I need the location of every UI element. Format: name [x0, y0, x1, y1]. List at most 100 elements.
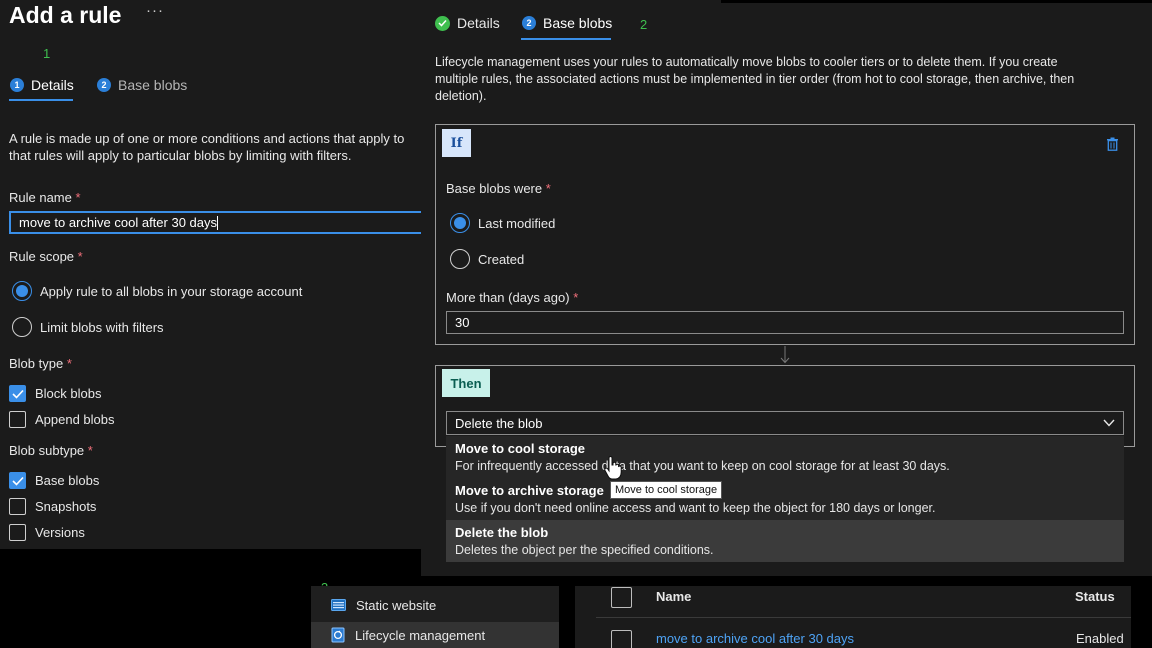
required-marker: * — [77, 249, 83, 264]
text-cursor — [217, 215, 218, 230]
intro-line-3: deletion). — [435, 89, 487, 103]
option-label: Created — [478, 251, 525, 267]
option-delete-blob[interactable]: Delete the blob Deletes the object per t… — [446, 520, 1124, 562]
tab-label: Details — [31, 77, 74, 93]
option-description: For infrequently accessed data that you … — [455, 459, 950, 473]
row-checkbox[interactable] — [611, 630, 632, 648]
tab-base-blobs-active[interactable]: 2 Base blobs — [522, 15, 612, 31]
select-all-checkbox[interactable] — [611, 587, 632, 608]
tab-details[interactable]: 1 Details — [10, 77, 74, 93]
if-tag: If — [442, 129, 471, 157]
required-marker: * — [573, 290, 579, 305]
checkbox-unchecked[interactable] — [9, 524, 26, 541]
blob-subtype-snapshots[interactable]: Snapshots — [9, 498, 96, 515]
tooltip: Move to cool storage — [610, 481, 723, 499]
radio-selected[interactable] — [450, 213, 470, 233]
nav-item-lifecycle-management[interactable]: Lifecycle management — [311, 622, 559, 648]
base-blobs-were-label: Base blobs were * — [446, 181, 551, 196]
label-text: Blob subtype — [9, 443, 85, 458]
action-dropdown-list: Move to cool storage For infrequently ac… — [446, 436, 1124, 562]
tab-base-blobs[interactable]: 2 Base blobs — [97, 77, 187, 93]
tab-label: Details — [457, 15, 500, 31]
radio-selected[interactable] — [12, 281, 32, 301]
nav-label: Lifecycle management — [355, 627, 486, 643]
radio-unselected[interactable] — [450, 249, 470, 269]
checkbox-unchecked[interactable] — [9, 411, 26, 428]
completed-check-icon — [435, 15, 450, 31]
column-header-status[interactable]: Status — [1075, 589, 1115, 604]
hand-cursor-icon — [604, 456, 622, 480]
action-select[interactable]: Delete the blob — [446, 411, 1124, 435]
option-description: Use if you don't need online access and … — [455, 501, 936, 515]
checkbox-checked[interactable] — [9, 385, 26, 402]
blob-subtype-versions[interactable]: Versions — [9, 524, 85, 541]
option-label: Limit blobs with filters — [40, 319, 164, 335]
trash-icon[interactable] — [1106, 137, 1119, 151]
more-options-button[interactable]: ··· — [146, 2, 164, 19]
checkmark-icon — [11, 389, 24, 399]
step-label-2: 2 — [640, 17, 648, 32]
label-text: Rule scope — [9, 249, 75, 264]
tab-label: Base blobs — [118, 77, 188, 93]
label-text: Blob type — [9, 356, 64, 371]
option-move-to-cool[interactable]: Move to cool storage For infrequently ac… — [446, 436, 1124, 478]
intro-line-2: multiple rules, the associated actions m… — [435, 72, 1075, 86]
scope-option-all-blobs[interactable]: Apply rule to all blobs in your storage … — [12, 281, 302, 301]
background-gap — [721, 0, 1152, 3]
page-title: Add a rule — [9, 2, 122, 28]
rule-status: Enabled — [1076, 631, 1124, 646]
rule-name-link[interactable]: move to archive cool after 30 days — [656, 631, 854, 646]
intro-line-1: Lifecycle management uses your rules to … — [435, 55, 1058, 69]
required-marker: * — [545, 181, 551, 196]
option-move-to-archive[interactable]: Move to archive storage Use if you don't… — [446, 478, 1124, 520]
rule-scope-label: Rule scope * — [9, 249, 83, 264]
table-divider — [596, 617, 1131, 618]
label-text: Rule name — [9, 190, 72, 205]
selected-value: Delete the blob — [455, 415, 543, 431]
label-text: More than (days ago) — [446, 290, 570, 305]
condition-last-modified[interactable]: Last modified — [450, 213, 555, 233]
days-value: 30 — [455, 315, 470, 330]
arrow-down-icon — [780, 346, 790, 364]
scope-option-filters[interactable]: Limit blobs with filters — [12, 317, 164, 337]
blob-type-append[interactable]: Append blobs — [9, 411, 115, 428]
tab-details-complete[interactable]: Details — [435, 15, 500, 31]
option-label: Versions — [35, 525, 85, 540]
column-header-name[interactable]: Name — [656, 589, 691, 604]
option-title: Move to archive storage — [455, 483, 604, 498]
rule-name-value: move to archive cool after 30 days — [19, 215, 217, 230]
checkbox-checked[interactable] — [9, 472, 26, 489]
days-ago-input[interactable]: 30 — [446, 311, 1124, 334]
checkbox-unchecked[interactable] — [9, 498, 26, 515]
then-tag: Then — [442, 369, 490, 397]
days-ago-label: More than (days ago) * — [446, 290, 578, 305]
radio-unselected[interactable] — [12, 317, 32, 337]
option-description: Deletes the object per the specified con… — [455, 543, 714, 557]
nav-item-static-website[interactable]: Static website — [311, 591, 559, 619]
option-label: Apply rule to all blobs in your storage … — [40, 283, 303, 299]
rule-description-line-2: that rules will apply to particular blob… — [9, 148, 352, 163]
option-title: Move to cool storage — [455, 441, 586, 456]
option-label: Last modified — [478, 215, 556, 231]
active-tab-indicator — [9, 99, 73, 101]
rule-description-line-1: A rule is made up of one or more conditi… — [9, 131, 405, 146]
checkmark-icon — [11, 476, 24, 486]
add-rule-panel-details: Add a rule ··· 1 1 Details 2 Base blobs … — [0, 0, 421, 549]
rule-name-input[interactable]: move to archive cool after 30 days — [9, 211, 421, 234]
step-number-badge: 2 — [522, 16, 536, 30]
step-number-badge: 2 — [97, 78, 111, 92]
active-tab-indicator — [521, 38, 611, 40]
option-label: Base blobs — [35, 473, 100, 488]
blob-type-block[interactable]: Block blobs — [9, 385, 101, 402]
condition-created[interactable]: Created — [450, 249, 524, 269]
nav-label: Static website — [356, 597, 437, 613]
blob-subtype-label: Blob subtype * — [9, 443, 93, 458]
label-text: Base blobs were — [446, 181, 543, 196]
option-label: Append blobs — [35, 412, 115, 427]
blob-subtype-base[interactable]: Base blobs — [9, 472, 99, 489]
required-marker: * — [66, 356, 72, 371]
step-number-badge: 1 — [10, 78, 24, 92]
chevron-down-icon — [1103, 419, 1115, 427]
rule-name-label: Rule name * — [9, 190, 81, 205]
required-marker: * — [87, 443, 93, 458]
